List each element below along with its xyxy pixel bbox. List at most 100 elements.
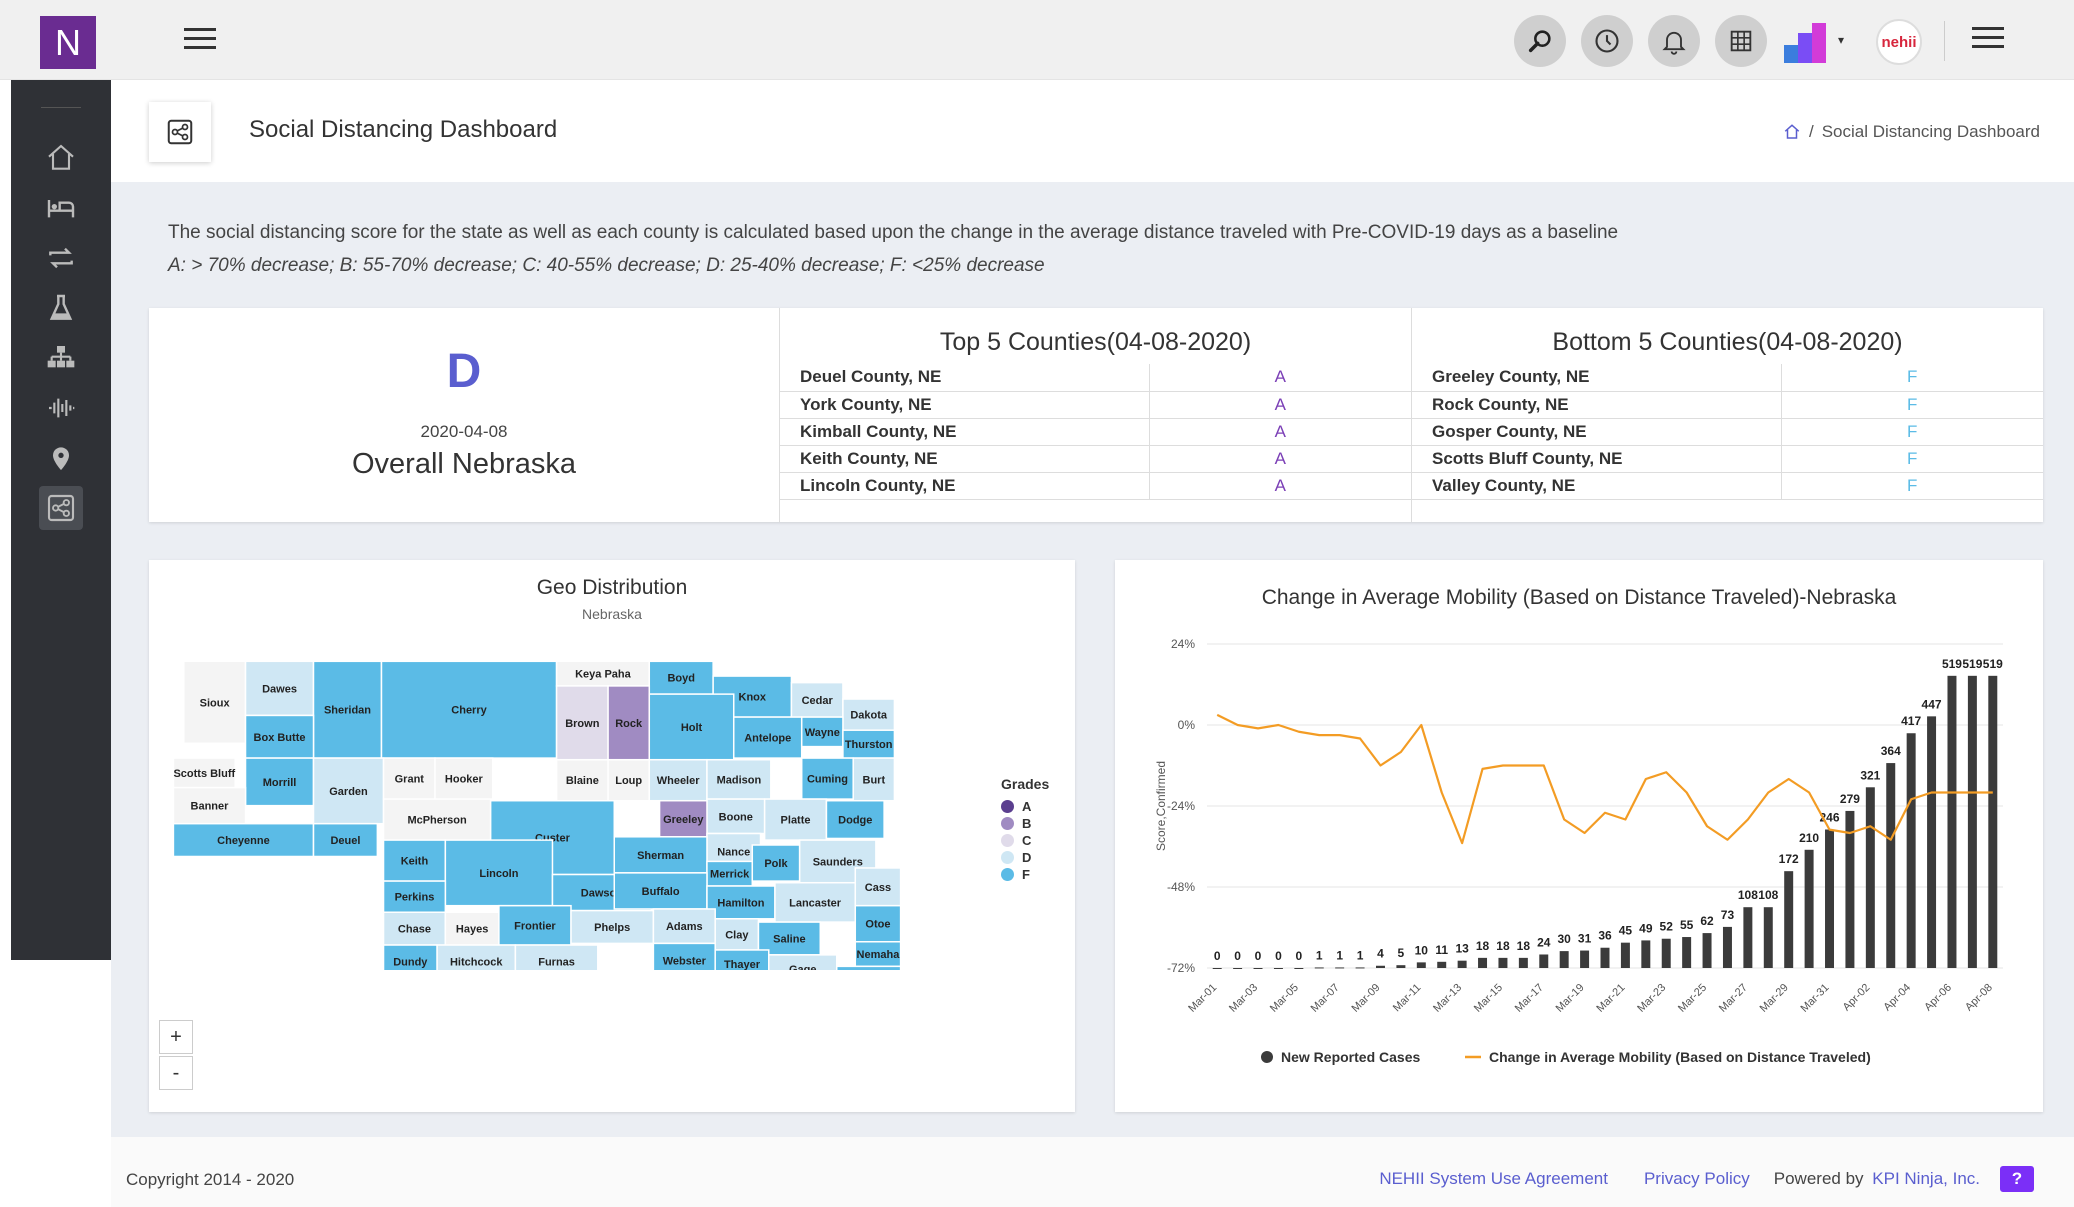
county-wayne[interactable]: Wayne (800, 716, 844, 748)
sidebar-item-home[interactable] (39, 136, 83, 180)
county-scotts-bluff[interactable]: Scotts Bluff (172, 757, 236, 789)
county-otoe[interactable]: Otoe (854, 904, 902, 943)
county-dawes[interactable]: Dawes (244, 660, 315, 717)
system-agreement-link[interactable]: NEHII System Use Agreement (1379, 1169, 1608, 1189)
home-icon[interactable] (1783, 123, 1801, 141)
county-lancaster[interactable]: Lancaster (774, 881, 857, 923)
county-cuming[interactable]: Cuming (800, 757, 854, 800)
app-switcher[interactable]: ▾ (1782, 15, 1852, 67)
county-greeley[interactable]: Greeley (658, 799, 708, 838)
county-perkins[interactable]: Perkins (382, 880, 447, 913)
county-grade: A (1148, 364, 1411, 392)
county-loup[interactable]: Loup (607, 758, 651, 802)
county-cherry[interactable]: Cherry (380, 660, 558, 759)
county-mcpherson[interactable]: McPherson (382, 798, 492, 841)
county-keith[interactable]: Keith (382, 839, 447, 882)
zoom-out-button[interactable]: - (159, 1056, 193, 1090)
county-polk[interactable]: Polk (751, 844, 801, 882)
county-keya-paha[interactable]: Keya Paha (555, 660, 651, 687)
help-button[interactable]: ? (2000, 1166, 2034, 1192)
county-sheridan[interactable]: Sheridan (312, 660, 383, 759)
county-richardson[interactable]: Richardson (835, 965, 902, 970)
nehii-badge[interactable]: nehii (1876, 19, 1922, 65)
county-chase[interactable]: Chase (382, 911, 447, 946)
county-brown[interactable]: Brown (555, 685, 609, 761)
county-dodge[interactable]: Dodge (825, 799, 885, 840)
county-sioux[interactable]: Sioux (182, 660, 247, 745)
county-clay[interactable]: Clay (714, 918, 760, 951)
county-frontier[interactable]: Frontier (498, 904, 572, 946)
county-burt[interactable]: Burt (852, 757, 896, 802)
county-madison[interactable]: Madison (706, 758, 772, 800)
sidebar-item-signals[interactable] (39, 386, 83, 430)
county-hitchcock[interactable]: Hitchcock (436, 944, 517, 970)
grades-legend: Grades ABCDF (1001, 776, 1071, 883)
county-shape[interactable] (835, 965, 902, 970)
county-dakota[interactable]: Dakota (842, 698, 896, 731)
bar (1314, 967, 1324, 969)
county-grant[interactable]: Grant (382, 757, 436, 800)
county-deuel[interactable]: Deuel (312, 822, 379, 858)
county-webster[interactable]: Webster (652, 942, 716, 970)
county-garden[interactable]: Garden (312, 757, 385, 825)
x-tick-label: Mar-03 (1227, 982, 1260, 1015)
apps-grid-button[interactable] (1715, 15, 1767, 67)
menu-toggle-button[interactable] (184, 28, 216, 54)
county-platte[interactable]: Platte (763, 798, 828, 841)
county-dundy[interactable]: Dundy (382, 944, 438, 970)
county-nemaha[interactable]: Nemaha (854, 941, 902, 968)
user-menu-button[interactable] (1972, 27, 2004, 53)
county-wheeler[interactable]: Wheeler (648, 758, 708, 802)
county-phelps[interactable]: Phelps (570, 909, 655, 945)
county-boone[interactable]: Boone (706, 798, 766, 835)
county-hayes[interactable]: Hayes (444, 911, 500, 946)
notifications-button[interactable] (1648, 15, 1700, 67)
county-blaine[interactable]: Blaine (555, 758, 609, 802)
county-boyd[interactable]: Boyd (648, 660, 714, 695)
sidebar-item-lab[interactable] (39, 286, 83, 330)
county-antelope[interactable]: Antelope (732, 716, 803, 759)
county-rock[interactable]: Rock (607, 685, 651, 761)
county-furnas[interactable]: Furnas (514, 944, 599, 970)
sidebar-item-social-distancing[interactable] (39, 486, 83, 530)
county-grade: F (1780, 364, 2043, 392)
kpi-ninja-link[interactable]: KPI Ninja, Inc. (1872, 1169, 1980, 1188)
county-holt[interactable]: Holt (648, 693, 735, 761)
county-hooker[interactable]: Hooker (434, 757, 494, 800)
county-lincoln[interactable]: Lincoln (444, 839, 554, 907)
history-button[interactable] (1581, 15, 1633, 67)
county-morrill[interactable]: Morrill (244, 757, 315, 807)
county-thayer[interactable]: Thayer (714, 949, 770, 970)
county-gage[interactable]: Gage (768, 954, 838, 970)
county-thurston[interactable]: Thurston (842, 729, 896, 759)
nebraska-map[interactable]: Sioux Dawes Sheridan Cherry Keya Paha Boyd Kno… (149, 640, 1075, 970)
county-banner[interactable]: Banner (172, 786, 247, 825)
county-cedar[interactable]: Cedar (790, 681, 844, 718)
county-label: Lincoln (479, 868, 518, 880)
sidebar-item-beds[interactable] (39, 186, 83, 230)
county-hamilton[interactable]: Hamilton (706, 885, 776, 920)
zoom-in-button[interactable]: + (159, 1020, 193, 1054)
county-cass[interactable]: Cass (854, 867, 902, 907)
bar-data-label: 30 (1557, 932, 1571, 946)
app-logo[interactable]: N (40, 16, 96, 69)
county-buffalo[interactable]: Buffalo (613, 872, 708, 910)
bar-data-label: 24 (1537, 935, 1551, 949)
privacy-policy-link[interactable]: Privacy Policy (1644, 1169, 1750, 1189)
county-sherman[interactable]: Sherman (613, 836, 708, 874)
sidebar-item-organization[interactable] (39, 336, 83, 380)
bar (1763, 907, 1773, 968)
clock-icon (1595, 29, 1619, 53)
county-merrick[interactable]: Merrick (706, 860, 754, 887)
county-box-butte[interactable]: Box Butte (244, 714, 315, 759)
legend-swatch (1001, 851, 1014, 864)
legend-swatch-cases (1261, 1051, 1273, 1063)
sidebar-item-transfers[interactable] (39, 236, 83, 280)
bottom5-table: Greeley County, NE F Rock County, NE F Gospe… (1412, 364, 2043, 500)
table-row: Scotts Bluff County, NE F (1412, 445, 2043, 473)
search-button[interactable] (1514, 15, 1566, 67)
county-adams[interactable]: Adams (652, 908, 716, 945)
sidebar-item-locations[interactable] (39, 436, 83, 480)
county-cheyenne[interactable]: Cheyenne (172, 822, 315, 858)
share-button[interactable] (149, 102, 211, 162)
